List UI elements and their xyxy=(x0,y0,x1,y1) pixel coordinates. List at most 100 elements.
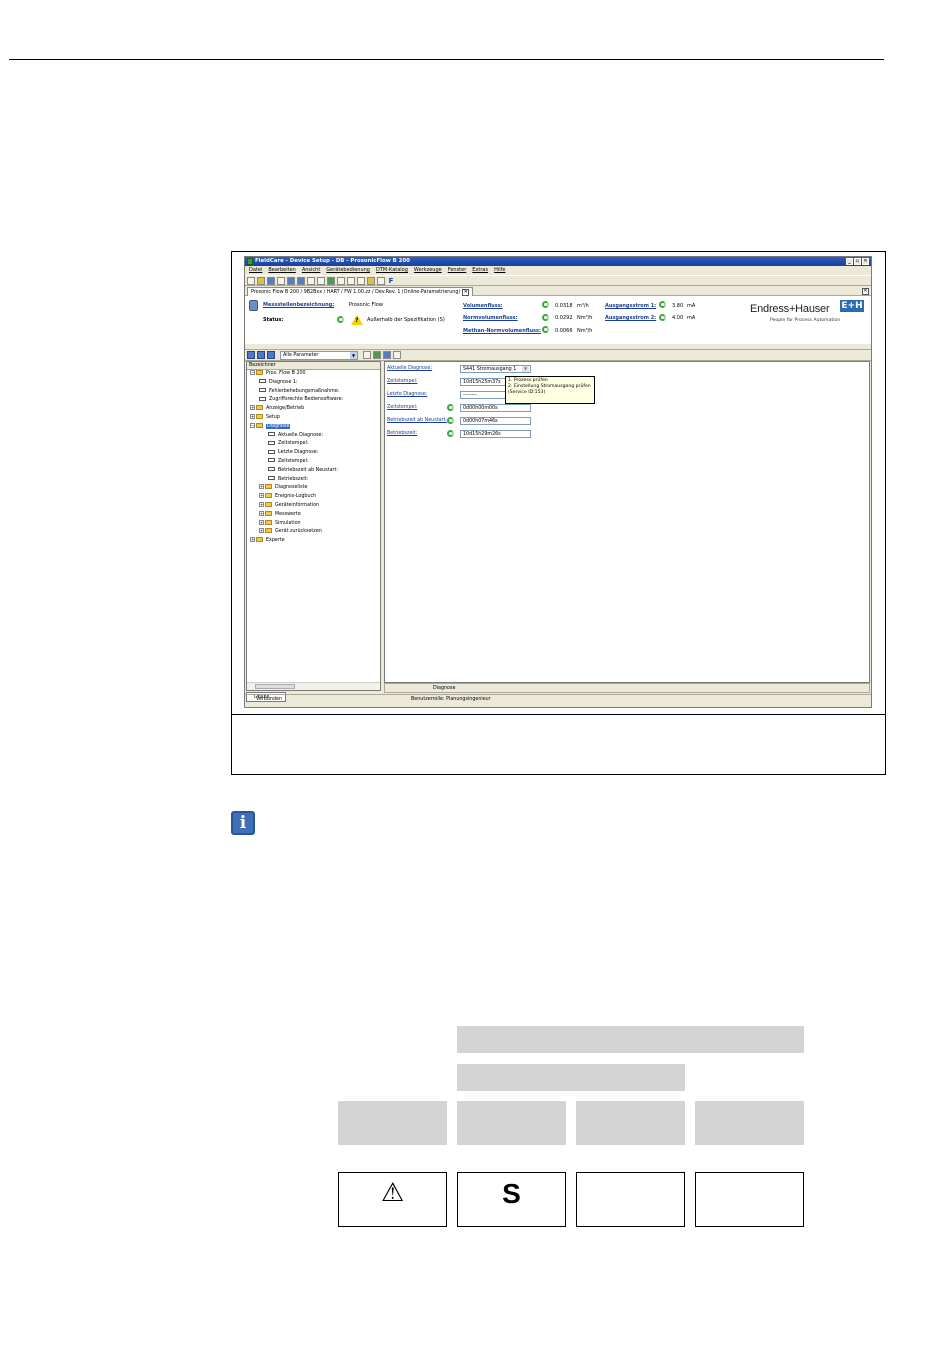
parameter-label-text: Betriebszeit ab Neustart: xyxy=(387,418,448,423)
tree-node[interactable]: Aktuelle Diagnose: xyxy=(247,432,380,441)
function-button[interactable]: F xyxy=(387,277,395,285)
refresh-icon[interactable] xyxy=(659,314,666,321)
current-label-1[interactable]: Ausgangsstrom 1: xyxy=(605,303,656,309)
tree-node[interactable]: Diagnose 1: xyxy=(247,379,380,388)
tree-node[interactable]: Betriebszeit ab Neustart: xyxy=(247,467,380,476)
network-icon[interactable] xyxy=(297,277,305,285)
parameter-label[interactable]: Zeitstempel: xyxy=(387,405,417,410)
current-label-2[interactable]: Ausgangsstrom 2: xyxy=(605,315,656,321)
expand-icon[interactable]: + xyxy=(250,413,255,419)
tree-node[interactable]: + Anzeige/Betrieb xyxy=(247,405,380,414)
tab-close-icon[interactable]: ✕ xyxy=(462,289,470,296)
parameter-value-field[interactable]: 0d00h00m00s xyxy=(460,404,531,412)
menu-fenster[interactable]: Fenster xyxy=(448,266,467,275)
view-tree-icon[interactable] xyxy=(247,351,255,359)
tree-node[interactable]: Zeitstempel: xyxy=(247,440,380,449)
disconnect-icon[interactable] xyxy=(317,277,325,285)
tree-node[interactable]: + Diagnoseliste xyxy=(247,484,380,493)
tree-node[interactable]: + Gerät zurücksetzen xyxy=(247,528,380,537)
open-folder-icon[interactable] xyxy=(257,277,265,285)
new-file-icon[interactable] xyxy=(247,277,255,285)
tree-node[interactable]: + Setup xyxy=(247,413,380,423)
tree-node[interactable]: + Experte xyxy=(247,537,380,546)
tree-node[interactable]: + Ereignis-Logbuch xyxy=(247,493,380,502)
write-icon[interactable] xyxy=(337,277,345,285)
refresh-icon[interactable] xyxy=(447,404,454,411)
menu-extras[interactable]: Extras xyxy=(472,266,488,275)
expand-icon[interactable]: + xyxy=(259,519,264,525)
tooltip-line-3: (Service ID:153) xyxy=(508,390,546,395)
maximize-button[interactable]: ▫ xyxy=(854,258,861,265)
view-split-icon[interactable] xyxy=(267,351,275,359)
parameter-label[interactable]: Zeitstempel: xyxy=(387,379,417,384)
tree-scrollbar[interactable] xyxy=(247,682,380,690)
download-icon[interactable] xyxy=(357,277,365,285)
refresh-icon[interactable] xyxy=(447,430,454,437)
document-tab[interactable]: Prosonic Flow B 200 / 9B2Bxx / HART / FW… xyxy=(247,287,474,296)
export-icon[interactable] xyxy=(383,351,391,359)
expand-icon[interactable]: + xyxy=(250,537,255,543)
tree-node[interactable]: + Simulation xyxy=(247,519,380,529)
menu-dtm-katalog[interactable]: DTM-Katalog xyxy=(376,266,408,275)
refresh-icon[interactable] xyxy=(542,326,549,333)
tools-icon[interactable] xyxy=(367,277,375,285)
upload-icon[interactable] xyxy=(347,277,355,285)
parameter-filter-select[interactable]: Alle Parameter ▼ xyxy=(280,350,358,360)
close-button[interactable]: ✕ xyxy=(862,258,869,265)
help-icon[interactable] xyxy=(393,351,401,359)
expand-icon[interactable]: + xyxy=(250,405,255,411)
minimize-button[interactable]: _ xyxy=(846,258,853,265)
expand-icon[interactable]: + xyxy=(259,510,264,516)
print-icon[interactable] xyxy=(277,277,285,285)
document-close-icon[interactable]: ✕ xyxy=(862,288,869,295)
status-bar: Verbunden Benutzerrolle: Planungsingenie… xyxy=(245,694,871,704)
parameter-value-field[interactable]: 10d15h29m26s xyxy=(460,430,531,438)
tree-node[interactable]: + Geräteinformation xyxy=(247,501,380,511)
menu-geraetebedienung[interactable]: Gerätebedienung xyxy=(326,266,370,275)
flow-label-1[interactable]: Volumenfluss: xyxy=(463,303,503,309)
device-icon[interactable] xyxy=(287,277,295,285)
view-list-icon[interactable] xyxy=(257,351,265,359)
tag-label[interactable]: Messstellenbezeichnung: xyxy=(263,302,334,308)
collapse-icon[interactable]: − xyxy=(250,422,255,428)
parameter-label[interactable]: Aktuelle Diagnose: xyxy=(387,366,432,371)
parameter-label[interactable]: Letzte Diagnose: xyxy=(387,392,427,397)
expand-icon[interactable]: + xyxy=(259,484,264,490)
parameter-label[interactable]: Betriebszeit: xyxy=(387,431,417,436)
refresh-all-icon[interactable] xyxy=(373,351,381,359)
refresh-icon[interactable] xyxy=(542,301,549,308)
connect-icon[interactable] xyxy=(307,277,315,285)
expand-icon[interactable]: + xyxy=(259,501,264,507)
expand-icon[interactable]: + xyxy=(259,493,264,499)
flow-label-2[interactable]: Normvolumenfluss: xyxy=(463,315,518,321)
tree-node[interactable]: Betriebszeit: xyxy=(247,476,380,485)
flow-label-3[interactable]: Methan-Normvolumenfluss: xyxy=(463,328,541,334)
refresh-icon[interactable] xyxy=(337,316,344,323)
diagnosis-select[interactable]: S441 Stromausgang 1 xyxy=(460,365,531,373)
tree-node[interactable]: Letzte Diagnose: xyxy=(247,449,380,458)
tree-node[interactable]: Zeitstempel: xyxy=(247,458,380,467)
expand-icon[interactable]: + xyxy=(259,528,264,534)
refresh-icon[interactable] xyxy=(542,314,549,321)
tree-node[interactable]: Fehlerbehebungsmaßnahme: xyxy=(247,388,380,397)
menu-werkzeuge[interactable]: Werkzeuge xyxy=(414,266,442,275)
menu-datei[interactable]: Datei xyxy=(249,266,262,275)
tree-node[interactable]: + Messwerte xyxy=(247,510,380,520)
refresh-icon[interactable] xyxy=(447,417,454,424)
menu-bearbeiten[interactable]: Bearbeiten xyxy=(268,266,295,275)
catalog-icon[interactable] xyxy=(377,277,385,285)
menu-ansicht[interactable]: Ansicht xyxy=(302,266,320,275)
tree-node[interactable]: − Pros. Flow B 200 xyxy=(247,370,380,379)
parameter-value-field[interactable]: 0d00h07m46s xyxy=(460,417,531,425)
collapse-icon[interactable]: − xyxy=(250,370,255,375)
tree-node[interactable]: Zugriffsrechte Bediensoftware: xyxy=(247,396,380,405)
refresh-icon[interactable] xyxy=(659,301,666,308)
read-icon[interactable] xyxy=(327,277,335,285)
chevron-down-icon[interactable]: ▼ xyxy=(522,366,529,372)
tree-node[interactable]: − Diagnose xyxy=(247,422,380,432)
scrollbar-thumb[interactable] xyxy=(255,684,295,689)
parameter-label[interactable]: Betriebszeit ab Neustart: xyxy=(387,418,447,423)
menu-hilfe[interactable]: Hilfe xyxy=(494,266,505,275)
save-icon[interactable] xyxy=(267,277,275,285)
tools-icon[interactable] xyxy=(363,351,371,359)
